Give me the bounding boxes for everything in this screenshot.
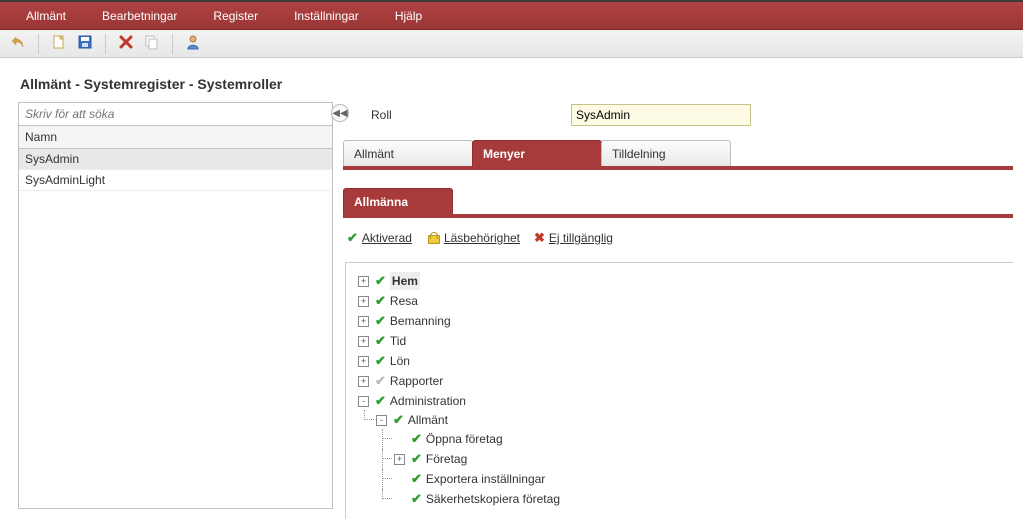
left-panel: Namn SysAdmin SysAdminLight [18, 102, 333, 519]
tree-node[interactable]: + ✔Lön [358, 352, 1005, 370]
menu-item[interactable]: Register [195, 2, 276, 30]
user-icon[interactable] [185, 34, 201, 53]
tree-toggle-blank [394, 474, 405, 485]
legend-activated[interactable]: Aktiverad [362, 231, 412, 245]
tree-toggle[interactable]: + [358, 276, 369, 287]
menu-item[interactable]: Bearbetningar [84, 2, 195, 30]
tab-assignment[interactable]: Tilldelning [601, 140, 731, 166]
x-icon: ✖ [534, 230, 545, 246]
tree-toggle-blank [394, 434, 405, 445]
tree-toggle[interactable]: + [358, 336, 369, 347]
tree-toggle[interactable]: + [358, 376, 369, 387]
tree-container: +✔Hem+✔Resa+✔Bemanning+✔Tid+✔Lön+✔Rappor… [345, 262, 1013, 519]
right-panel: ◀◀ Roll Allmänt Menyer Tilldelning Allmä… [333, 102, 1023, 519]
tree-node[interactable]: + ✔Rapporter [358, 372, 1005, 390]
list-item[interactable]: SysAdminLight [19, 170, 332, 191]
tree-toggle[interactable]: - [376, 415, 387, 426]
tree-toggle[interactable]: - [358, 396, 369, 407]
tree-node[interactable]: + ✔Tid [358, 332, 1005, 350]
tree-node[interactable]: ✔Säkerhetskopiera företag [394, 490, 1005, 508]
main-menu: Allmänt Bearbetningar Register Inställni… [0, 2, 1023, 30]
new-icon[interactable] [51, 34, 67, 53]
role-label: Roll [371, 108, 571, 122]
check-icon: ✔ [411, 490, 422, 508]
menu-item[interactable]: Inställningar [276, 2, 377, 30]
tree-node-label: Säkerhetskopiera företag [426, 490, 560, 508]
tree-node[interactable]: -✔Administration [358, 392, 1005, 410]
check-icon: ✔ [375, 392, 386, 410]
name-list: SysAdmin SysAdminLight [18, 149, 333, 509]
tree-node[interactable]: + ✔Bemanning [358, 312, 1005, 330]
tree-toggle[interactable]: + [358, 316, 369, 327]
tab-menus[interactable]: Menyer [472, 140, 602, 166]
subtab-general[interactable]: Allmänna [343, 188, 453, 214]
tab-underline [343, 166, 1013, 170]
undo-icon[interactable] [10, 34, 26, 53]
tree-node-label: Rapporter [390, 372, 443, 390]
tree-node[interactable]: ✔Exportera inställningar [394, 470, 1005, 488]
toolbar [0, 30, 1023, 58]
list-item[interactable]: SysAdmin [19, 149, 332, 170]
tabs: Allmänt Menyer Tilldelning [343, 140, 1013, 166]
tree-node-label: Företag [426, 450, 467, 468]
tree-node[interactable]: + ✔Företag [394, 450, 1005, 468]
check-icon: ✔ [375, 292, 386, 310]
save-icon[interactable] [77, 34, 93, 53]
search-input[interactable] [18, 102, 333, 126]
role-input[interactable] [571, 104, 751, 126]
tree-node-label: Resa [390, 292, 418, 310]
tree-node-label: Allmänt [408, 411, 448, 429]
tree-node-label: Hem [390, 272, 420, 290]
tree-node-label: Bemanning [390, 312, 451, 330]
legend: ✔ Aktiverad Läsbehörighet ✖ Ej tillgänglig [343, 218, 1013, 256]
tree-node-label: Administration [390, 392, 466, 410]
collapse-panel-icon[interactable]: ◀◀ [331, 104, 349, 122]
menu-item[interactable]: Hjälp [377, 2, 440, 30]
tree-node[interactable]: + ✔Hem [358, 272, 1005, 290]
check-icon: ✔ [375, 332, 386, 350]
copy-icon[interactable] [144, 34, 160, 53]
tab-general[interactable]: Allmänt [343, 140, 473, 166]
breadcrumb: Allmänt - Systemregister - Systemroller [0, 58, 1023, 102]
check-icon: ✔ [393, 411, 404, 429]
check-icon: ✔ [347, 230, 358, 246]
tree-toggle[interactable]: + [358, 356, 369, 367]
check-icon: ✔ [411, 470, 422, 488]
tree-toggle[interactable]: + [358, 296, 369, 307]
tree-node-label: Lön [390, 352, 410, 370]
legend-unavailable[interactable]: Ej tillgänglig [549, 231, 613, 245]
delete-icon[interactable] [118, 34, 134, 53]
tree-node-label: Tid [390, 332, 406, 350]
tree-toggle[interactable]: + [394, 454, 405, 465]
tree-node[interactable]: + ✔Resa [358, 292, 1005, 310]
check-icon: ✔ [375, 352, 386, 370]
list-header[interactable]: Namn [18, 126, 333, 149]
tree-node-label: Exportera inställningar [426, 470, 545, 488]
check-icon: ✔ [411, 430, 422, 448]
check-icon: ✔ [375, 272, 386, 290]
legend-read[interactable]: Läsbehörighet [444, 231, 520, 245]
check-grey-icon: ✔ [375, 372, 386, 390]
tree-toggle-blank [394, 494, 405, 505]
menu-item[interactable]: Allmänt [8, 2, 84, 30]
check-icon: ✔ [411, 450, 422, 468]
tree-node[interactable]: ✔Öppna företag [394, 430, 1005, 448]
tree-node[interactable]: -✔Allmänt [376, 411, 1005, 429]
tree-node-label: Öppna företag [426, 430, 503, 448]
permission-tree: +✔Hem+✔Resa+✔Bemanning+✔Tid+✔Lön+✔Rappor… [358, 271, 1005, 511]
check-icon: ✔ [375, 312, 386, 330]
lock-icon [426, 232, 440, 244]
